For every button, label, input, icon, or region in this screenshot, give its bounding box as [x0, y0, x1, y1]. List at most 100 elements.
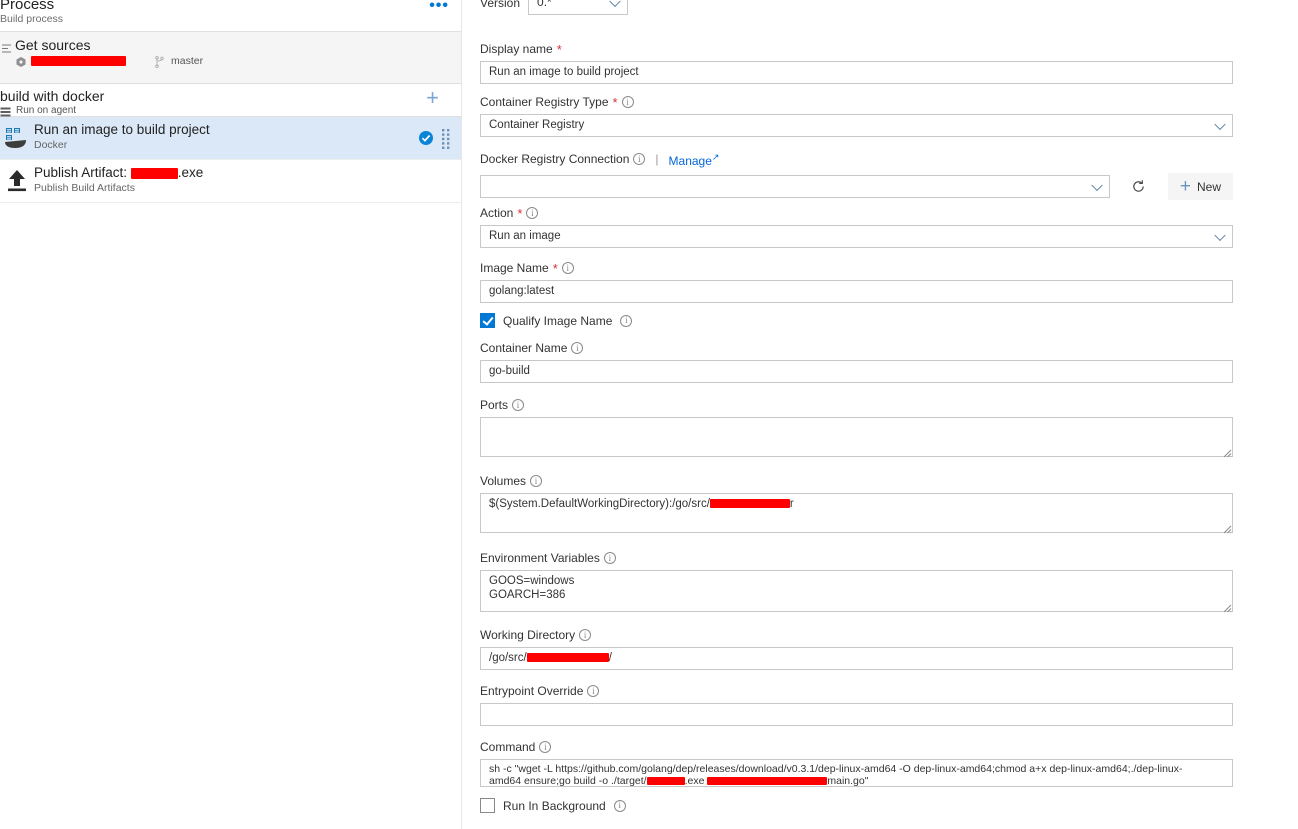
- entrypoint-override-label: Entrypoint Override i: [480, 684, 1233, 698]
- get-sources-label: Get sources: [15, 37, 91, 53]
- redacted-working-directory: [526, 653, 609, 663]
- ports-textarea[interactable]: [480, 417, 1233, 457]
- environment-variables-label: Environment Variables i: [480, 551, 1233, 565]
- repository-icon: [15, 55, 27, 67]
- chevron-down-icon: [1091, 179, 1103, 191]
- chevron-down-icon: [609, 0, 621, 8]
- label-text: Container Registry Type: [480, 95, 609, 109]
- chevron-down-icon: [1214, 229, 1226, 241]
- task-enabled-check-icon: [419, 131, 433, 145]
- task-title: Publish Artifact: .exe: [34, 165, 203, 180]
- volumes-field: Volumes i $(System.DefaultWorkingDirecto…: [480, 474, 1233, 534]
- command-textarea-wrap: sh -c "wget -L https://github.com/golang…: [480, 759, 1233, 787]
- info-icon[interactable]: i: [512, 399, 525, 411]
- action-field: Action * i Run an image: [480, 206, 1233, 248]
- task-title: Run an image to build project: [34, 122, 210, 137]
- display-name-input[interactable]: Run an image to build project: [480, 61, 1233, 84]
- sidebar-task-publish-artifact[interactable]: Publish Artifact: .exe Publish Build Art…: [0, 160, 461, 203]
- qualify-image-name-label: Qualify Image Name: [503, 313, 613, 328]
- working-directory-field: Working Directory i /go/src/ /: [480, 628, 1233, 670]
- docker-icon: [4, 125, 30, 151]
- label-text: Working Directory: [480, 628, 576, 642]
- command-line1: sh -c "wget -L https://github.com/golang…: [489, 763, 1183, 775]
- container-registry-type-label: Container Registry Type * i: [480, 95, 1233, 109]
- sidebar-item-phase[interactable]: build with docker Run on agent +: [0, 84, 461, 117]
- label-text: Environment Variables: [480, 551, 600, 565]
- page-title: Process: [0, 0, 55, 13]
- redacted-command-exe: [646, 777, 685, 786]
- image-name-field: Image Name * i golang:latest: [480, 261, 1233, 303]
- command-textarea[interactable]: sh -c "wget -L https://github.com/golang…: [480, 759, 1233, 787]
- volumes-textarea-wrap: $(System.DefaultWorkingDirectory):/go/sr…: [480, 493, 1233, 534]
- info-icon[interactable]: i: [621, 96, 634, 108]
- drag-handle-icon: [2, 44, 11, 53]
- process-header: Process Build process •••: [0, 0, 461, 32]
- info-icon[interactable]: i: [613, 799, 626, 812]
- refresh-connections-button[interactable]: [1123, 173, 1154, 200]
- container-registry-type-field: Container Registry Type * i Container Re…: [480, 95, 1233, 137]
- command-line2-mid: .exe: [684, 775, 708, 787]
- info-icon[interactable]: i: [579, 629, 592, 641]
- info-icon[interactable]: i: [603, 552, 616, 564]
- sidebar-task-run-an-image[interactable]: Run an image to build project Docker: [0, 117, 461, 160]
- info-icon[interactable]: i: [526, 207, 539, 219]
- sidebar-item-get-sources[interactable]: Get sources master: [0, 32, 461, 84]
- info-icon[interactable]: i: [571, 342, 584, 354]
- label-text: Container Name: [480, 341, 568, 355]
- display-name-field: Display name * Run an image to build pro…: [480, 42, 1233, 84]
- label-text: Image Name: [480, 261, 549, 275]
- new-connection-button[interactable]: + New: [1167, 173, 1233, 200]
- volumes-textarea[interactable]: $(System.DefaultWorkingDirectory):/go/sr…: [480, 493, 1233, 533]
- manage-link[interactable]: Manage↗: [669, 150, 720, 168]
- display-name-label: Display name *: [480, 42, 1233, 56]
- required-asterisk: *: [517, 205, 523, 221]
- run-in-background-checkbox[interactable]: [480, 798, 495, 813]
- working-directory-suffix: /: [608, 652, 612, 664]
- redacted-volume-path: [709, 499, 790, 509]
- ports-label: Ports i: [480, 398, 1233, 412]
- qualify-image-name-checkbox[interactable]: [480, 313, 495, 328]
- info-icon[interactable]: i: [530, 475, 543, 487]
- entrypoint-override-field: Entrypoint Override i: [480, 684, 1233, 726]
- info-icon[interactable]: i: [539, 741, 552, 753]
- run-in-background-row: Run In Background i: [480, 798, 1233, 813]
- image-name-input[interactable]: golang:latest: [480, 280, 1233, 303]
- selected-value: Run an image: [489, 230, 561, 242]
- container-name-label: Container Name i: [480, 341, 1233, 355]
- add-task-button[interactable]: +: [426, 87, 439, 109]
- version-label: Version: [480, 0, 521, 10]
- task-subtitle: Publish Build Artifacts: [34, 182, 135, 194]
- action-label: Action * i: [480, 206, 1233, 220]
- process-sidebar: Process Build process ••• Get sources ma…: [0, 0, 462, 829]
- manage-link-text: Manage: [668, 154, 712, 168]
- command-field: Command i sh -c "wget -L https://github.…: [480, 740, 1233, 787]
- command-label: Command i: [480, 740, 1233, 754]
- docker-registry-connection-label: Docker Registry Connection i | Manage↗: [480, 150, 1233, 168]
- action-select[interactable]: Run an image: [480, 225, 1233, 248]
- info-icon[interactable]: i: [561, 262, 574, 274]
- info-icon[interactable]: i: [633, 153, 646, 165]
- selected-value: Container Registry: [489, 119, 585, 131]
- build-pipeline-editor: Process Build process ••• Get sources ma…: [0, 0, 1298, 829]
- label-text: Command: [480, 740, 536, 754]
- docker-registry-connection-select[interactable]: [480, 175, 1110, 198]
- label-text: Display name: [480, 42, 553, 56]
- label-text: Action: [480, 206, 514, 220]
- entrypoint-override-input[interactable]: [480, 703, 1233, 726]
- volumes-value-suffix: r: [789, 498, 794, 510]
- environment-variables-textarea[interactable]: GOOS=windows GOARCH=386: [480, 570, 1233, 612]
- publish-artifact-prefix: Publish Artifact:: [34, 165, 131, 180]
- working-directory-prefix: /go/src/: [489, 652, 527, 664]
- redacted-artifact-name: [130, 167, 178, 179]
- task-drag-handle-icon[interactable]: [442, 129, 450, 149]
- required-asterisk: *: [552, 260, 558, 276]
- working-directory-input[interactable]: /go/src/ /: [480, 647, 1233, 670]
- info-icon[interactable]: i: [620, 314, 633, 327]
- info-icon[interactable]: i: [587, 685, 600, 697]
- container-registry-type-select[interactable]: Container Registry: [480, 114, 1233, 137]
- version-select[interactable]: 0.*: [528, 0, 629, 15]
- volumes-label: Volumes i: [480, 474, 1233, 488]
- more-options-icon[interactable]: •••: [429, 0, 449, 14]
- ports-field: Ports i: [480, 398, 1233, 458]
- container-name-input[interactable]: go-build: [480, 360, 1233, 383]
